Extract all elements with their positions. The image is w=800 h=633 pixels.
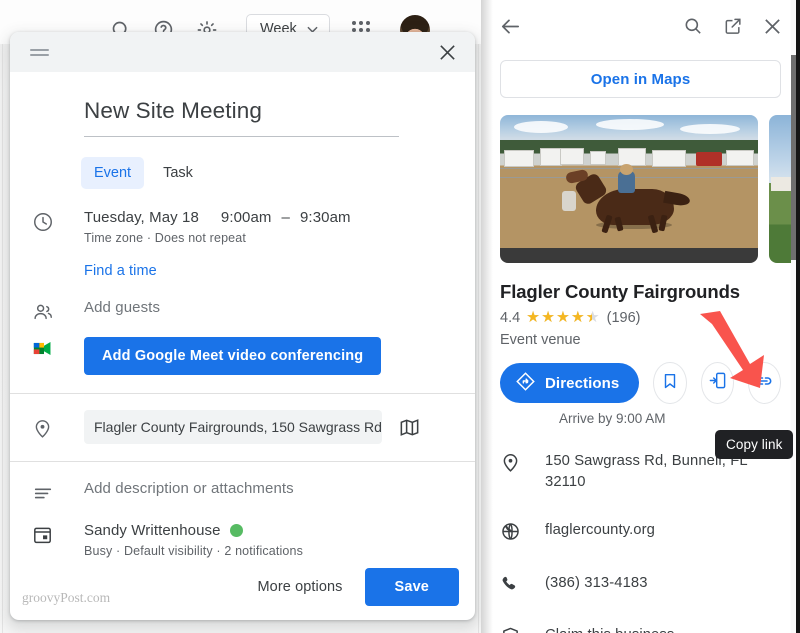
- event-title-input[interactable]: New Site Meeting: [84, 98, 399, 137]
- window-right-edge: [796, 0, 800, 633]
- info-row-claim[interactable]: Claim this business: [481, 612, 800, 633]
- globe-icon: [500, 520, 545, 547]
- place-info-list: 150 Sawgrass Rd, Bunnell, FL 32110 flagl…: [481, 438, 800, 633]
- event-description-row: Add description or attachments: [10, 480, 475, 504]
- clock-icon: [32, 209, 84, 245]
- map-icon[interactable]: [398, 416, 421, 439]
- rodeo-arena-photo[interactable]: [500, 115, 758, 263]
- star-rating-filled: ★★★★★: [526, 310, 592, 326]
- directions-diamond-icon: [515, 371, 536, 396]
- link-icon: [754, 371, 774, 396]
- save-place-button[interactable]: [653, 362, 687, 404]
- directions-button[interactable]: Directions: [500, 363, 640, 403]
- maps-side-panel: Open in Maps Flagler County Fairgrounds …: [481, 0, 800, 633]
- screenshot-root: Week New Site Meeting Event Task Tuesday…: [0, 0, 800, 633]
- copy-link-tooltip: Copy link: [715, 430, 794, 459]
- location-input[interactable]: Flagler County Fairgrounds, 150 Sawgrass…: [84, 410, 382, 444]
- rating-score: 4.4: [500, 310, 521, 326]
- directions-label: Directions: [545, 374, 620, 392]
- tab-task[interactable]: Task: [150, 157, 206, 189]
- add-google-meet-button[interactable]: Add Google Meet video conferencing: [84, 337, 382, 375]
- save-button[interactable]: Save: [364, 568, 459, 606]
- time-dash: –: [281, 209, 290, 226]
- event-time-subtitle[interactable]: Time zone · Does not repeat: [84, 231, 475, 245]
- open-in-maps-button[interactable]: Open in Maps: [500, 60, 781, 98]
- open-in-new-icon[interactable]: [723, 16, 743, 36]
- panel-header: [481, 0, 800, 52]
- place-category: Event venue: [500, 332, 581, 348]
- event-type-tabs: Event Task: [81, 157, 475, 189]
- event-details-dialog: New Site Meeting Event Task Tuesday, May…: [10, 32, 475, 620]
- people-icon: [32, 299, 84, 323]
- event-title-row: New Site Meeting: [10, 72, 475, 137]
- event-date[interactable]: Tuesday, May 18: [84, 209, 199, 226]
- add-guests-input[interactable]: Add guests: [84, 299, 475, 316]
- calendar-subtitle[interactable]: Busy · Default visibility · 2 notificati…: [84, 544, 475, 558]
- watermark: groovyPost.com: [22, 590, 111, 605]
- send-to-phone-icon: [708, 371, 727, 395]
- phone-icon: [500, 573, 545, 599]
- location-pin-icon: [500, 451, 545, 478]
- close-icon[interactable]: [434, 39, 461, 66]
- rating-row: 4.4 ★★★★★ ★★★★★ (196): [500, 310, 781, 326]
- add-description-input[interactable]: Add description or attachments: [84, 480, 475, 497]
- calendar-icon: [32, 522, 84, 558]
- website-text: flaglercounty.org: [545, 521, 655, 538]
- phone-text: (386) 313-4183: [545, 574, 648, 591]
- event-start-time[interactable]: 9:00am: [221, 209, 272, 226]
- calendar-grid-line: [478, 44, 479, 633]
- arrive-by-text: Arrive by 9:00 AM: [559, 411, 666, 426]
- event-guests-row: Add guests: [10, 299, 475, 323]
- info-row-website[interactable]: flaglercounty.org: [481, 507, 800, 560]
- place-actions: Directions: [500, 362, 782, 404]
- close-icon[interactable]: [763, 17, 782, 36]
- find-a-time-link[interactable]: Find a time: [84, 263, 475, 279]
- event-end-time[interactable]: 9:30am: [300, 209, 351, 226]
- event-conferencing-row: Add Google Meet video conferencing: [10, 337, 475, 394]
- send-to-phone-button[interactable]: [700, 362, 734, 404]
- drag-handle-icon[interactable]: [30, 46, 49, 59]
- shield-check-icon: [500, 625, 545, 633]
- calendar-grid-line: [2, 44, 3, 633]
- review-count[interactable]: (196): [607, 310, 641, 326]
- info-row-phone[interactable]: (386) 313-4183: [481, 560, 800, 612]
- place-title: Flagler County Fairgrounds: [500, 281, 740, 302]
- location-pin-icon: [32, 416, 84, 439]
- star-rating: ★★★★★ ★★★★★: [526, 309, 601, 327]
- calendar-color-dot[interactable]: [229, 524, 243, 537]
- dialog-footer: More options Save: [246, 568, 459, 606]
- event-time-row: Tuesday, May 18 9:00am – 9:30am Time zon…: [10, 209, 475, 245]
- calendar-owner[interactable]: Sandy Writtenhouse: [84, 522, 221, 539]
- tab-event[interactable]: Event: [81, 157, 145, 189]
- dialog-header: [10, 32, 475, 72]
- search-icon[interactable]: [683, 16, 703, 36]
- event-calendar-row: Sandy Writtenhouse Busy · Default visibi…: [10, 522, 475, 558]
- copy-link-button[interactable]: [747, 362, 782, 404]
- description-lines-icon: [32, 480, 84, 504]
- more-options-button[interactable]: More options: [246, 570, 355, 604]
- place-photos: [500, 115, 800, 263]
- event-location-row: Flagler County Fairgrounds, 150 Sawgrass…: [10, 394, 475, 462]
- claim-business-text: Claim this business: [545, 625, 674, 633]
- back-arrow-icon[interactable]: [499, 15, 522, 38]
- google-meet-icon: [32, 337, 84, 375]
- bookmark-icon: [661, 372, 679, 395]
